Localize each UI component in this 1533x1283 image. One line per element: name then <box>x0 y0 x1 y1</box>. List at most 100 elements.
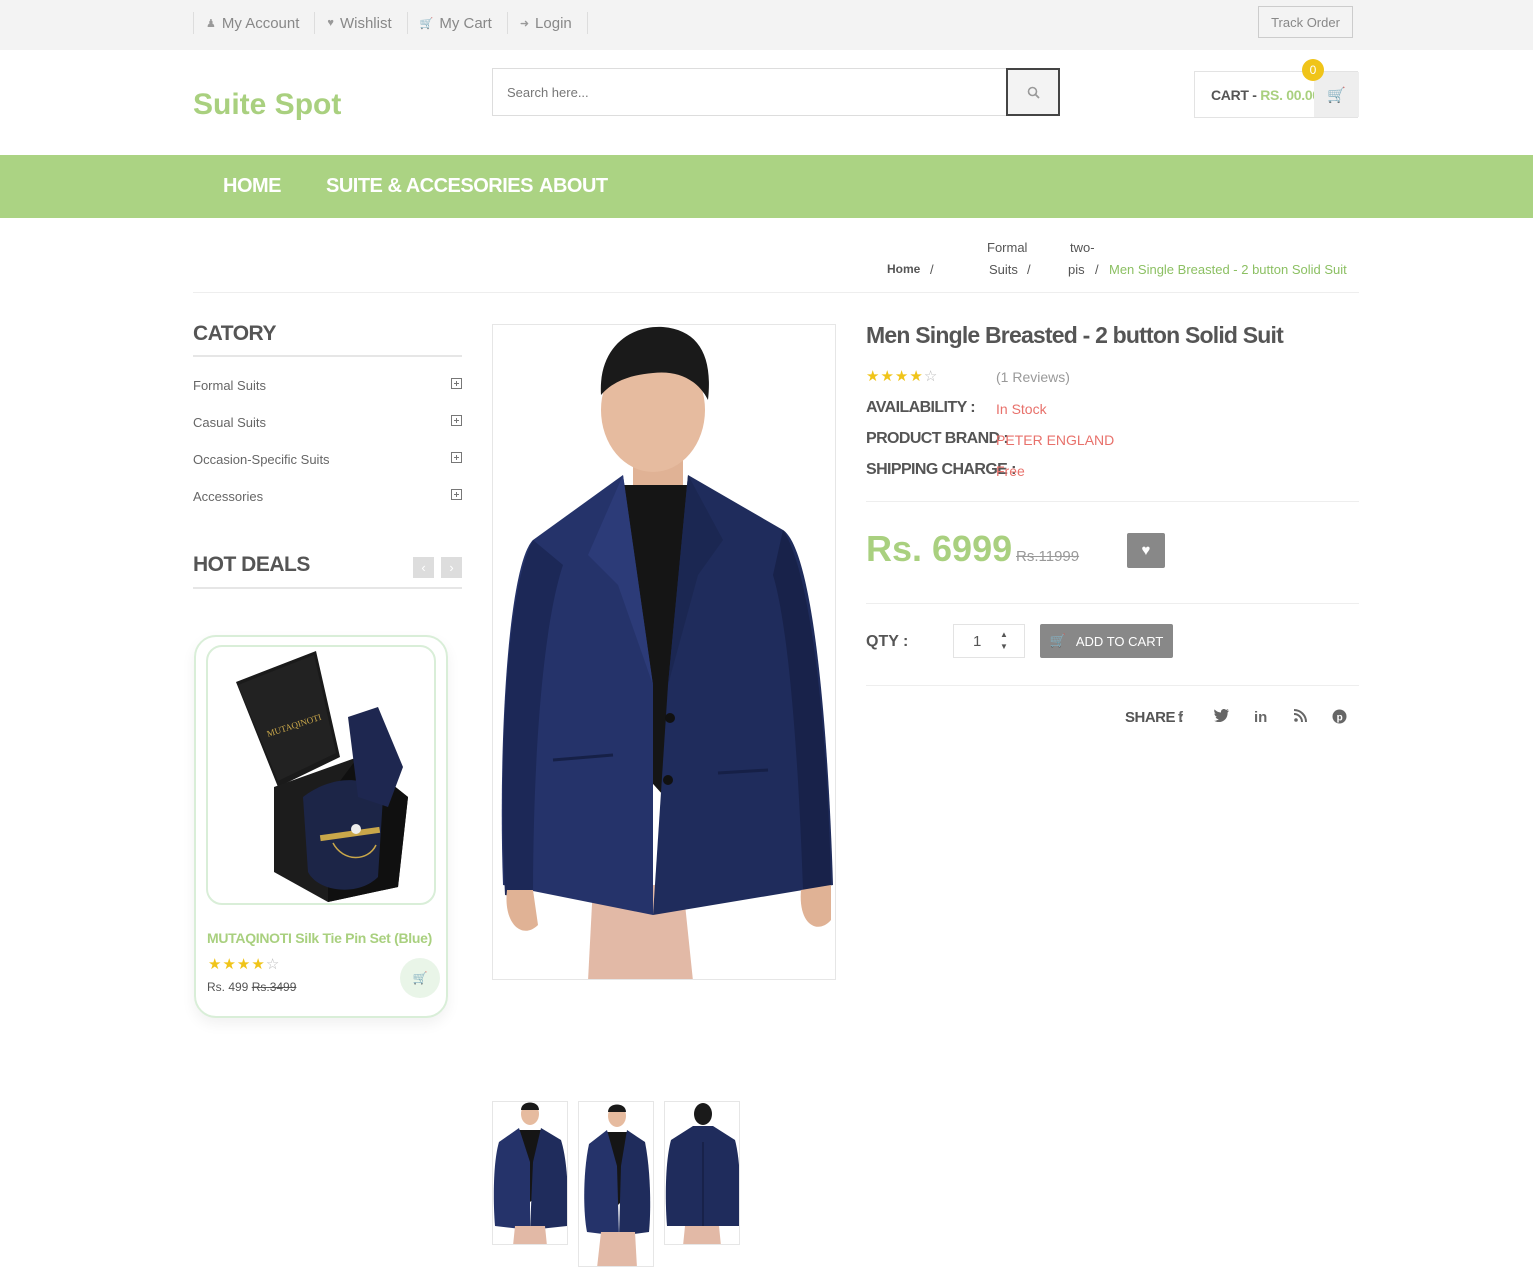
linkedin-icon[interactable]: in <box>1254 709 1267 726</box>
breadcrumb-home[interactable]: Home <box>887 262 920 276</box>
brand-value[interactable]: PETER ENGLAND <box>996 432 1114 448</box>
cart-button[interactable]: 🛒 <box>1314 72 1359 117</box>
track-order-button[interactable]: Track Order <box>1258 6 1353 38</box>
pinterest-icon[interactable]: p <box>1332 709 1347 728</box>
deals-next-button[interactable]: › <box>441 557 462 578</box>
deal-current-price: Rs. 499 <box>207 980 249 994</box>
breadcrumb-separator: / <box>1027 262 1031 277</box>
increment-icon[interactable]: ▲ <box>1000 630 1008 639</box>
cart-icon: 🛒 <box>1049 633 1066 648</box>
quantity-value[interactable]: 1 <box>973 633 981 650</box>
tie-box-illustration: MUTAQINOTI <box>236 651 408 902</box>
cart-icon: 🛒 <box>412 971 428 985</box>
expand-icon[interactable] <box>451 489 462 500</box>
cart-summary: CART - RS. 00.00 <box>1211 87 1320 103</box>
breadcrumb-sub-line2[interactable]: pis <box>1068 262 1085 277</box>
thumbnail-image <box>584 1104 651 1266</box>
heart-icon: ♥ <box>1141 542 1151 559</box>
main-nav: HOME SUITE & ACCESORIES ABOUT <box>0 155 1533 218</box>
shipping-value: Free <box>996 463 1025 479</box>
divider <box>193 587 462 589</box>
decrement-icon[interactable]: ▼ <box>1000 642 1008 651</box>
top-bar: ♟ My Account ♥ Wishlist 🛒 My Cart ➜ Login Tr… <box>0 0 1533 50</box>
category-item-occasion-suits[interactable]: Occasion-Specific Suits <box>193 452 462 467</box>
add-to-cart-button[interactable]: 🛒 ADD TO CART <box>1040 624 1173 658</box>
breadcrumb-sub-line1[interactable]: two- <box>1070 240 1095 255</box>
cart-amount: RS. 00.00 <box>1260 87 1320 103</box>
brand-label: PRODUCT BRAND : <box>866 430 1009 447</box>
my-cart-link[interactable]: 🛒 My Cart <box>408 12 508 34</box>
main-product-image[interactable] <box>492 324 836 980</box>
breadcrumb-category-line2[interactable]: Suits <box>989 262 1018 277</box>
expand-icon[interactable] <box>451 415 462 426</box>
add-to-wishlist-button[interactable]: ♥ <box>1127 533 1165 568</box>
category-label: Occasion-Specific Suits <box>193 452 330 467</box>
thumbnail-front[interactable] <box>492 1101 568 1245</box>
deals-prev-button[interactable]: ‹ <box>413 557 434 578</box>
cart-count-badge: 0 <box>1302 59 1324 81</box>
category-label: Casual Suits <box>193 415 266 430</box>
nav-home[interactable]: HOME <box>223 175 282 198</box>
account-links: ♟ My Account ♥ Wishlist 🛒 My Cart ➜ Login <box>193 12 588 34</box>
search-bar <box>492 68 1060 116</box>
share-label: SHARE : <box>1125 709 1184 726</box>
star-empty-icon: ☆ <box>923 368 939 385</box>
add-to-cart-label: ADD TO CART <box>1075 633 1164 649</box>
nav-about[interactable]: ABOUT <box>539 175 608 198</box>
availability-value: In Stock <box>996 401 1047 417</box>
cart-label: CART - <box>1211 87 1261 103</box>
login-link[interactable]: ➜ Login <box>508 12 588 34</box>
shipping-label: SHIPPING CHARGE : <box>866 461 1016 478</box>
category-item-accessories[interactable]: Accessories <box>193 489 462 504</box>
breadcrumb-category-line1[interactable]: Formal <box>987 240 1027 255</box>
login-icon: ➜ <box>519 17 530 30</box>
site-logo[interactable]: Suite Spot <box>193 88 341 122</box>
category-item-formal-suits[interactable]: Formal Suits <box>193 378 462 393</box>
search-button[interactable] <box>1006 68 1060 116</box>
quantity-stepper[interactable]: 1 ▲ ▼ <box>953 624 1025 658</box>
category-heading: CATORY <box>193 322 276 345</box>
product-title: Men Single Breasted - 2 button Solid Sui… <box>866 322 1284 348</box>
expand-icon[interactable] <box>451 378 462 389</box>
star-filled-icon: ★ <box>894 368 910 385</box>
search-input[interactable] <box>493 69 1006 115</box>
hot-deals-heading: HOT DEALS <box>193 553 310 576</box>
thumbnail-image <box>493 1102 567 1244</box>
deal-add-to-cart-button[interactable]: 🛒 <box>400 958 440 998</box>
my-account-label: My Account <box>221 14 300 32</box>
breadcrumb-current: Men Single Breasted - 2 button Solid Sui… <box>1109 262 1347 277</box>
category-item-casual-suits[interactable]: Casual Suits <box>193 415 462 430</box>
suit-model-illustration <box>501 326 833 979</box>
deal-product-image[interactable]: MUTAQINOTI <box>206 645 436 905</box>
divider <box>866 501 1359 502</box>
chevron-left-icon: ‹ <box>421 560 426 575</box>
quantity-label: QTY : <box>866 633 909 650</box>
thumbnail-back[interactable] <box>664 1101 740 1245</box>
login-label: Login <box>535 14 572 32</box>
hot-deal-card[interactable]: MUTAQINOTI MUTAQINOTI Silk Tie Pin Set (… <box>194 635 448 1018</box>
availability-label: AVAILABILITY : <box>866 399 976 416</box>
heart-icon: ♥ <box>327 17 334 29</box>
review-count-link[interactable]: (1 Reviews) <box>996 369 1070 385</box>
thumbnail-side[interactable] <box>578 1101 654 1267</box>
facebook-icon[interactable]: f <box>1178 709 1183 726</box>
cart-icon: 🛒 <box>1327 86 1346 104</box>
star-filled-icon: ★ <box>880 368 895 385</box>
nav-suite-accessories[interactable]: SUITE & ACCESORIES <box>326 175 533 198</box>
star-filled-icon: ★ <box>909 368 924 385</box>
twitter-icon[interactable] <box>1214 709 1229 726</box>
expand-icon[interactable] <box>451 452 462 463</box>
breadcrumb-separator: / <box>930 262 934 277</box>
header-cart[interactable]: CART - RS. 00.00 🛒 <box>1194 71 1359 118</box>
deal-product-name[interactable]: MUTAQINOTI Silk Tie Pin Set (Blue) <box>207 930 432 946</box>
my-cart-label: My Cart <box>439 14 492 32</box>
star-filled-icon: ★ <box>866 368 881 385</box>
star-empty-icon: ☆ <box>265 956 281 973</box>
rss-icon[interactable] <box>1293 709 1307 726</box>
cart-icon: 🛒 <box>419 17 434 30</box>
wishlist-link[interactable]: ♥ Wishlist <box>315 12 408 34</box>
chevron-right-icon: › <box>449 560 454 575</box>
deal-old-price: Rs.3499 <box>251 980 297 994</box>
divider <box>193 355 462 357</box>
my-account-link[interactable]: ♟ My Account <box>194 12 316 34</box>
